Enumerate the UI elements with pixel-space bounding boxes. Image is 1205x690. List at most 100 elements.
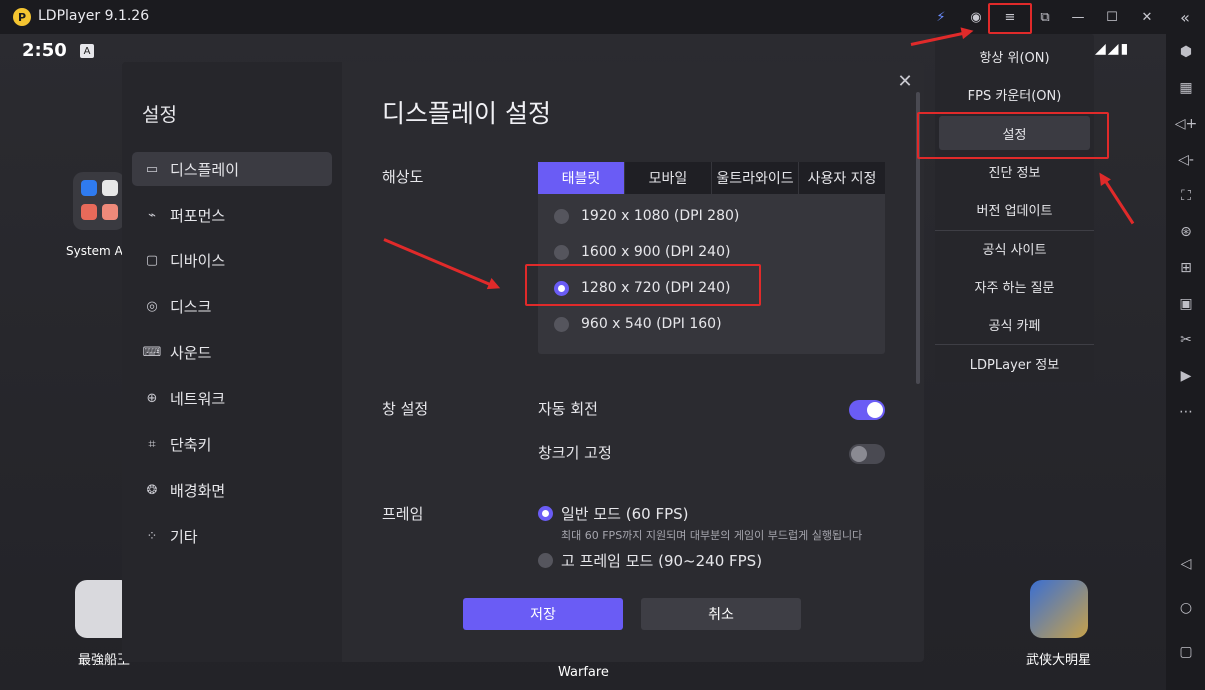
lock-icon[interactable]: ⊛ [1176,222,1196,242]
sidebar-item-display[interactable]: ▭ 디스플레이 [132,152,332,186]
menu-item-always-on-top[interactable]: 항상 위(ON) [935,37,1094,75]
sidebar-item-network[interactable]: ⊕ 네트워크 [132,381,332,415]
palette-icon: ❂ [146,482,158,498]
keyboard-map-icon[interactable]: ▦ [1176,78,1196,98]
resolution-tabs: 태블릿 모바일 울트라와이드 사용자 지정 [538,162,885,194]
collapse-icon[interactable]: « [1175,7,1195,27]
auto-rotate-row: 자동 회전 [538,398,885,420]
record-icon[interactable]: ▶ [1176,366,1196,386]
menu-item-version-update[interactable]: 버전 업데이트 [935,190,1094,228]
annotation-box-settings [917,112,1109,159]
sidebar-item-label: 디바이스 [170,251,226,270]
volume-down-icon[interactable]: ◁- [1176,150,1196,170]
menu-item-official-cafe[interactable]: 공식 카페 [935,305,1094,343]
sidebar-item-other[interactable]: ⁘ 기타 [132,519,332,553]
sidebar-item-label: 사운드 [170,343,212,362]
resolution-panel: 태블릿 모바일 울트라와이드 사용자 지정 1920 x 1080 (DPI 2… [538,162,885,354]
tab-mobile[interactable]: 모바일 [625,162,712,194]
app-title: LDPlayer 9.1.26 [38,8,150,24]
auto-rotate-label: 자동 회전 [538,400,598,418]
frame-high-option[interactable]: 고 프레임 모드 (90~240 FPS) [538,550,762,571]
page-title: 디스플레이 설정 [382,99,551,128]
signal-battery-icon: ◢◢▮ [1095,41,1131,57]
annotation-box-resolution [525,264,761,306]
system-apps-folder[interactable] [73,172,125,230]
ldplayer-window: P LDPlayer 9.1.26 ⚡ ◉ ≡ ⧉ — ☐ ✕ « 2:50 A… [0,0,1205,690]
popout-icon[interactable]: ⧉ [1035,7,1055,27]
screenshot-icon[interactable]: ⛶ [1176,186,1196,206]
keyboard-icon: ⌗ [148,436,156,452]
apk-icon[interactable]: ▣ [1176,294,1196,314]
add-window-icon[interactable]: ⊞ [1176,258,1196,278]
recents-icon[interactable]: ▢ [1176,642,1196,662]
sidebar-item-label: 기타 [170,527,198,546]
save-button[interactable]: 저장 [463,598,623,630]
main-menu-dropdown: 항상 위(ON) FPS 카운터(ON) 설정 진단 정보 버전 업데이트 공식… [935,34,1094,382]
radio-button[interactable] [554,208,569,224]
globe-icon: ⊕ [146,390,158,406]
resolution-option-label: 1600 x 900 (DPI 240) [581,244,731,260]
maximize-icon[interactable]: ☐ [1102,7,1122,27]
frame-high-label: 고 프레임 모드 (90~240 FPS) [561,552,763,570]
resolution-label: 해상도 [382,168,424,186]
sidebar-item-label: 퍼포먼스 [170,206,226,225]
dock-app-label: Warfare [558,665,609,680]
app-icon [81,204,97,220]
dialog-close-icon[interactable]: ✕ [894,70,916,92]
frame-normal-label: 일반 모드 (60 FPS) [561,505,689,523]
cancel-button[interactable]: 취소 [641,598,801,630]
minimize-icon[interactable]: — [1068,7,1088,27]
resolution-option[interactable]: 960 x 540 (DPI 160) [554,313,722,335]
notification-a-icon: A [80,44,94,58]
fix-size-label: 창크기 고정 [538,444,612,462]
menu-item-official-site[interactable]: 공식 사이트 [935,229,1094,267]
sidebar-item-sound[interactable]: ⌨ 사운드 [132,335,332,369]
dock-app-label: 武侠大明星 [1026,653,1092,668]
sidebar-item-label: 네트워크 [170,389,226,408]
sidebar-item-label: 디스플레이 [170,160,240,179]
fix-size-toggle[interactable] [849,444,885,464]
monitor-icon: ▭ [145,161,159,177]
sidebar-item-device[interactable]: ▢ 디바이스 [132,243,332,277]
toggle-knob [851,446,867,462]
settings-main: 디스플레이 설정 ✕ 해상도 태블릿 모바일 울트라와이드 사용자 지정 192… [342,62,924,662]
account-icon[interactable]: ◉ [966,7,986,27]
radio-button-selected[interactable] [538,506,553,521]
auto-rotate-toggle[interactable] [849,400,885,420]
close-icon[interactable]: ✕ [1137,7,1157,27]
resolution-option[interactable]: 1600 x 900 (DPI 240) [554,241,730,263]
frame-label: 프레임 [382,505,424,523]
radio-button[interactable] [554,316,569,332]
more-icon[interactable]: ⋯ [1176,402,1196,422]
sidebar-item-wallpaper[interactable]: ❂ 배경화면 [132,473,332,507]
scissors-icon[interactable]: ✂ [1176,330,1196,350]
radio-button[interactable] [554,244,569,260]
volume-up-icon[interactable]: ◁+ [1175,114,1198,134]
tab-tablet[interactable]: 태블릿 [538,162,625,194]
sidebar-item-performance[interactable]: ⌁ 퍼포먼스 [132,198,332,232]
settings-gear-icon[interactable]: ⬢ [1176,42,1196,62]
tab-ultrawide[interactable]: 울트라와이드 [712,162,799,194]
sidebar-item-disk[interactable]: ◎ 디스크 [132,289,332,323]
bolt-icon[interactable]: ⚡ [931,7,951,27]
resolution-option[interactable]: 1920 x 1080 (DPI 280) [554,205,739,227]
back-icon[interactable]: ◁ [1176,554,1196,574]
frame-normal-option[interactable]: 일반 모드 (60 FPS) [538,503,689,524]
grid-icon: ⁘ [146,528,158,544]
window-settings-label: 창 설정 [382,400,429,418]
menu-item-fps-counter[interactable]: FPS 카운터(ON) [935,75,1094,113]
ldplayer-logo-icon: P [13,8,31,26]
menu-item-faq[interactable]: 자주 하는 질문 [935,267,1094,305]
menu-item-about[interactable]: LDPLayer 정보 [935,344,1094,382]
sidebar-item-label: 단축키 [170,435,212,454]
dock-app-icon[interactable] [1030,580,1088,638]
home-icon[interactable]: ○ [1176,598,1196,618]
tab-custom[interactable]: 사용자 지정 [799,162,885,194]
toggle-knob [867,402,883,418]
status-clock: 2:50 [22,40,67,61]
resolution-option-label: 1920 x 1080 (DPI 280) [581,208,740,224]
radio-button[interactable] [538,553,553,568]
sidebar-title: 설정 [142,104,177,126]
settings-sidebar: 설정 ▭ 디스플레이 ⌁ 퍼포먼스 ▢ 디바이스 ◎ 디스크 ⌨ 사운드 ⊕ 네… [122,62,342,662]
sidebar-item-shortcuts[interactable]: ⌗ 단축키 [132,427,332,461]
